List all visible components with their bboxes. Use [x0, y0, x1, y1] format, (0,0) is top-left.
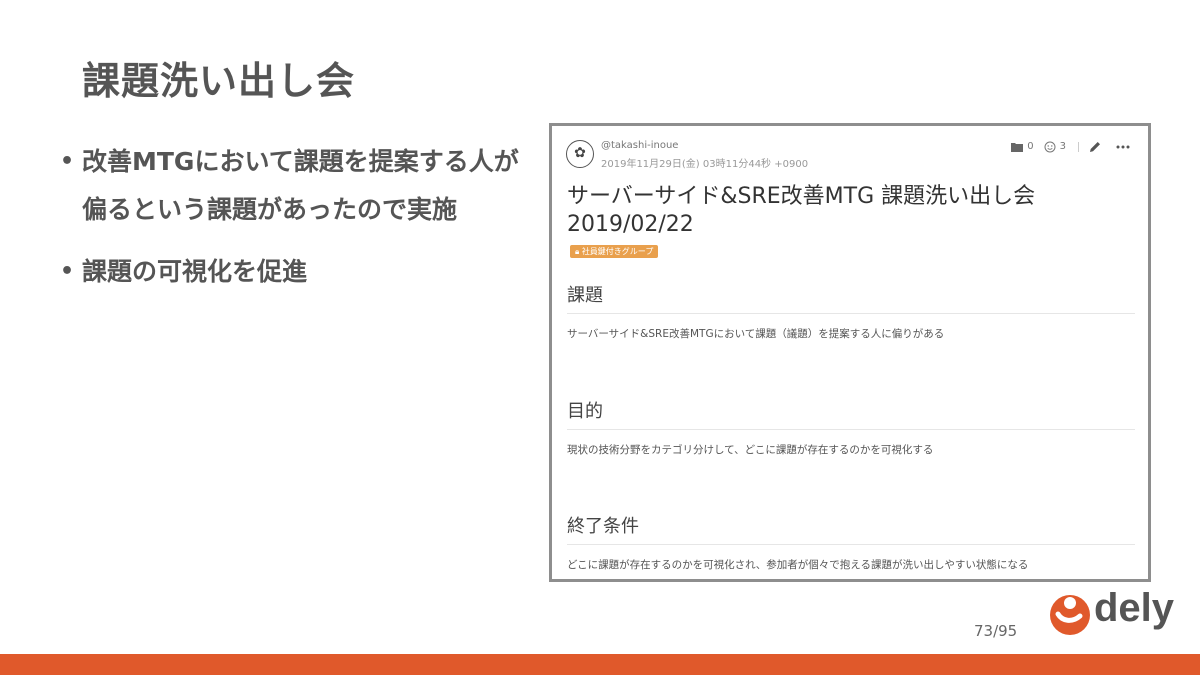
more-button[interactable]: [1116, 145, 1134, 149]
group-tag[interactable]: 🔒︎ 社員鍵付きグループ: [570, 245, 659, 258]
slide-title: 課題洗い出し会: [82, 59, 356, 103]
folder-icon: [1011, 142, 1024, 152]
avatar[interactable]: ✿: [566, 140, 594, 168]
meta-divider: [1078, 141, 1079, 152]
like-count-value: 3: [1059, 141, 1066, 152]
bullet-list: 改善MTGにおいて課題を提案する人が偏るという課題があったので実施 課題の可視化…: [60, 138, 540, 310]
section-heading: 終了条件: [567, 512, 1135, 545]
dely-logo-text: dely: [1094, 586, 1175, 630]
section-heading: 目的: [567, 397, 1135, 430]
pencil-icon: [1090, 142, 1100, 152]
section-body: どこに課題が存在するのかを可視化され、参加者が個々で抱える課題が洗い出しやすい状…: [567, 559, 1029, 571]
folder-count[interactable]: 0: [1011, 141, 1034, 152]
edit-button[interactable]: [1089, 140, 1106, 153]
bullet-item: 改善MTGにおいて課題を提案する人が偏るという課題があったので実施: [60, 138, 540, 234]
document-meta: 0 3: [1001, 140, 1134, 153]
document-title: サーバーサイド&SRE改善MTG 課題洗い出し会 2019/02/22: [567, 184, 1036, 237]
document-screenshot: ✿ @takashi-inoue 2019年11月29日(金) 03時11分44…: [549, 123, 1151, 582]
post-datetime: 2019年11月29日(金) 03時11分44秒 +0900: [601, 159, 809, 170]
folder-count-value: 0: [1027, 141, 1034, 152]
bullet-item: 課題の可視化を促進: [60, 248, 540, 296]
like-count[interactable]: 3: [1044, 141, 1066, 153]
page-number: 73/95: [974, 622, 1018, 640]
section-exit-criteria: 終了条件 どこに課題が存在するのかを可視化され、参加者が個々で抱える課題が洗い出…: [567, 512, 1135, 572]
section-purpose: 目的 現状の技術分野をカテゴリ分けして、どこに課題が存在するのかを可視化する: [567, 397, 1135, 457]
more-icon: [1116, 145, 1130, 148]
section-body: サーバーサイド&SRE改善MTGにおいて課題（議題）を提案する人に偏りがある: [567, 328, 945, 340]
smile-icon: [1044, 141, 1056, 152]
group-tag-label: 社員鍵付きグループ: [581, 247, 654, 256]
lock-icon: 🔒︎: [575, 247, 580, 256]
footer-accent-bar: [0, 654, 1200, 675]
section-heading: 課題: [567, 281, 1135, 314]
author-name[interactable]: @takashi-inoue: [601, 140, 678, 151]
section-issue: 課題 サーバーサイド&SRE改善MTGにおいて課題（議題）を提案する人に偏りがあ…: [567, 281, 1135, 341]
section-body: 現状の技術分野をカテゴリ分けして、どこに課題が存在するのかを可視化する: [567, 444, 934, 456]
